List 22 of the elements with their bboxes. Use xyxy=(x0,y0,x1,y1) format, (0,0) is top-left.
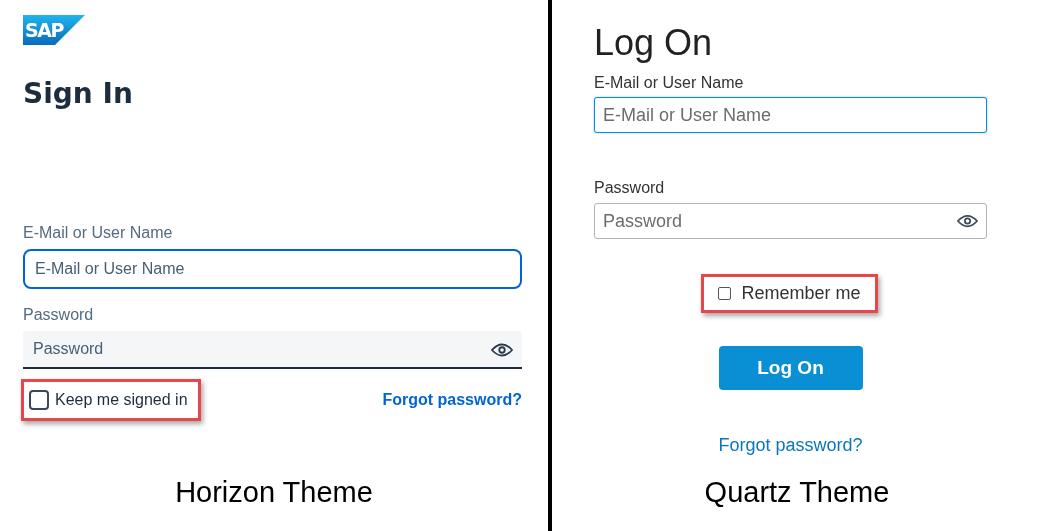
page-title: Sign In xyxy=(23,77,134,110)
eye-icon[interactable] xyxy=(957,214,978,228)
field-label: Password xyxy=(594,178,666,198)
checkbox-label[interactable]: Keep me signed in xyxy=(55,391,188,409)
theme-caption: Quartz Theme xyxy=(703,476,891,509)
input-field[interactable]: E-Mail or User Name xyxy=(594,97,987,133)
password-field[interactable]: Password xyxy=(23,331,522,369)
checkbox[interactable] xyxy=(29,390,49,410)
field-label: Password xyxy=(23,305,95,325)
log-on-button[interactable]: Log On xyxy=(718,346,863,390)
logo: SAP xyxy=(23,15,85,45)
forgot-password-link[interactable]: Forgot password? xyxy=(718,435,863,456)
checkbox-label[interactable]: Remember me xyxy=(741,283,861,304)
theme-caption: Horizon Theme xyxy=(174,476,374,509)
forgot-password-link[interactable]: Forgot password? xyxy=(382,391,522,409)
checkbox[interactable] xyxy=(718,287,732,300)
field-label: E-Mail or User Name xyxy=(23,223,174,243)
password-field[interactable]: Password xyxy=(594,203,987,239)
page-title: Log On xyxy=(594,22,714,64)
eye-icon[interactable] xyxy=(491,342,513,358)
field-label: E-Mail or User Name xyxy=(594,73,745,93)
input-field[interactable]: E-Mail or User Name xyxy=(23,249,522,289)
